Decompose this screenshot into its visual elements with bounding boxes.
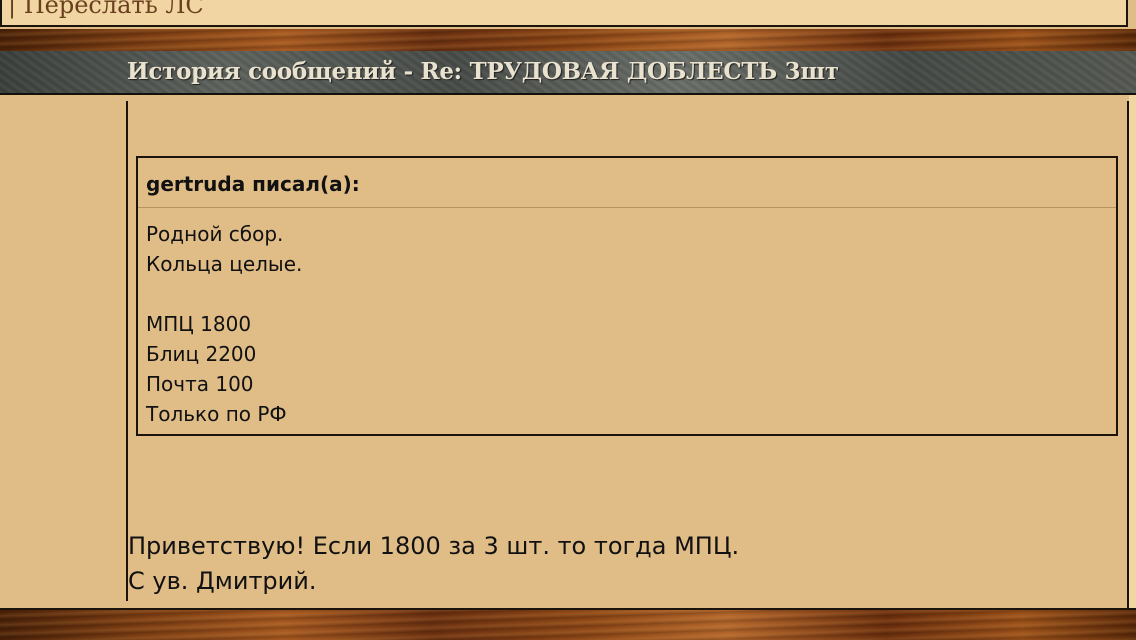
- quote-author: gertruda писал(а):: [146, 172, 360, 196]
- quote-line: Почта 100: [146, 372, 254, 396]
- reply-line: Приветствую! Если 1800 за 3 шт. то тогда…: [128, 532, 740, 560]
- quote-line: Только по РФ: [146, 402, 287, 426]
- reply-signature: С ув. Дмитрий.: [128, 567, 317, 595]
- forward-pm-link[interactable]: | Переслать ЛС: [8, 0, 204, 19]
- left-column-divider: [126, 101, 128, 601]
- quote-line-blank: [146, 279, 302, 309]
- right-edge-strip: [1129, 95, 1136, 608]
- message-history-header: История сообщений - Re: ТРУДОВАЯ ДОБЛЕСТ…: [0, 51, 1136, 95]
- quote-line: Кольца целые.: [146, 252, 303, 276]
- quote-line: Родной сбор.: [146, 222, 284, 246]
- quote-header: gertruda писал(а):: [138, 158, 1116, 208]
- quote-line: МПЦ 1800: [146, 312, 252, 336]
- top-action-strip: | Переслать ЛС: [0, 0, 1128, 27]
- quote-block: gertruda писал(а): Родной сбор. Кольца ц…: [136, 156, 1118, 436]
- page-title: История сообщений - Re: ТРУДОВАЯ ДОБЛЕСТ…: [127, 58, 839, 85]
- wood-divider-bottom: [0, 608, 1136, 640]
- quote-body: Родной сбор. Кольца целые. МПЦ 1800 Блиц…: [146, 219, 302, 429]
- right-column-divider: [1127, 101, 1129, 608]
- page: | Переслать ЛС История сообщений - Re: Т…: [0, 0, 1136, 640]
- wood-divider-top: [0, 29, 1136, 51]
- quote-line: Блиц 2200: [146, 342, 257, 366]
- reply-body: Приветствую! Если 1800 за 3 шт. то тогда…: [128, 529, 739, 599]
